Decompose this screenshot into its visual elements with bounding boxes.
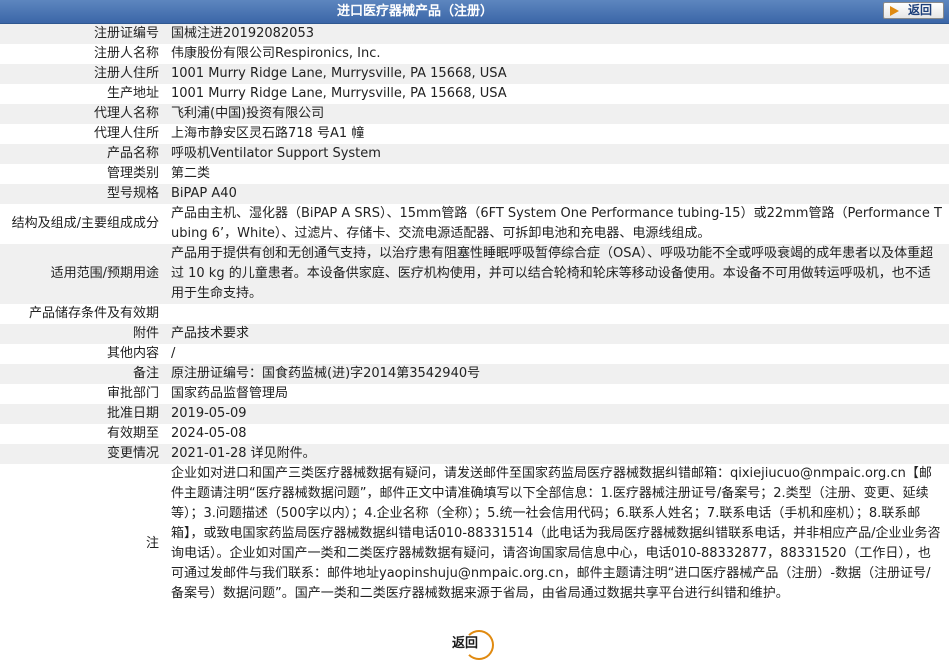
field-label: 批准日期 <box>106 406 159 421</box>
field-row-management-category: 管理类别 第二类 <box>0 164 949 184</box>
field-row-product-name: 产品名称 呼吸机Ventilator Support System <box>0 144 949 164</box>
field-label: 有效期至 <box>106 426 159 441</box>
field-label: 型号规格 <box>106 186 159 201</box>
field-label: 适用范围/预期用途 <box>50 266 159 281</box>
field-row-production-address: 生产地址 1001 Murry Ridge Lane, Murrysville,… <box>0 84 949 104</box>
field-row-registration-number: 注册证编号 国械注进20192082053 <box>0 24 949 44</box>
field-value: 产品用于提供有创和无创通气支持，以治疗患有阻塞性睡眠呼吸暂停综合症（OSA）、呼… <box>171 246 934 301</box>
back-button-bottom[interactable]: 返回 <box>448 627 500 661</box>
field-row-approval-date: 批准日期 2019-05-09 <box>0 404 949 424</box>
field-row-model-spec: 型号规格 BiPAP A40 <box>0 184 949 204</box>
field-label: 产品储存条件及有效期 <box>28 306 159 321</box>
field-label: 变更情况 <box>106 446 159 461</box>
field-value: 呼吸机Ventilator Support System <box>171 146 381 161</box>
field-value: BiPAP A40 <box>171 186 237 201</box>
field-row-remarks: 备注 原注册证编号：国食药监械(进)字2014第3542940号 <box>0 364 949 384</box>
field-value: 上海市静安区灵石路718 号A1 幢 <box>171 126 365 141</box>
field-row-registrant-address: 注册人住所 1001 Murry Ridge Lane, Murrysville… <box>0 64 949 84</box>
page-footer: 返回 <box>0 624 949 663</box>
field-row-agent-address: 代理人住所 上海市静安区灵石路718 号A1 幢 <box>0 124 949 144</box>
field-row-attachment: 附件 产品技术要求 <box>0 324 949 344</box>
field-row-note: 注 企业如对进口和国产三类医疗器械数据有疑问，请发送邮件至国家药监局医疗器械数据… <box>0 464 949 624</box>
field-value: 第二类 <box>171 166 211 181</box>
page-title: 进口医疗器械产品（注册） <box>336 4 493 19</box>
field-value <box>162 304 942 324</box>
field-row-change-status: 变更情况 2021-01-28 详见附件。 <box>0 444 949 464</box>
field-value: 伟康股份有限公司Respironics, Inc. <box>171 46 381 61</box>
field-label: 管理类别 <box>106 166 159 181</box>
field-label: 注册人住所 <box>93 66 159 81</box>
field-value: 企业如对进口和国产三类医疗器械数据有疑问，请发送邮件至国家药监局医疗器械数据纠错… <box>171 466 941 601</box>
field-value: 产品技术要求 <box>171 326 250 341</box>
field-row-approval-department: 审批部门 国家药品监督管理局 <box>0 384 949 404</box>
field-label: 生产地址 <box>106 86 159 101</box>
field-value: 原注册证编号：国食药监械(进)字2014第3542940号 <box>171 366 481 381</box>
field-row-registrant-name: 注册人名称 伟康股份有限公司Respironics, Inc. <box>0 44 949 64</box>
field-label: 产品名称 <box>106 146 159 161</box>
field-value: 产品由主机、湿化器（BiPAP A SRS）、15mm管路（6FT System… <box>171 206 942 241</box>
field-value: 飞利浦(中国)投资有限公司 <box>171 106 325 121</box>
back-button-label: 返回 <box>452 636 479 651</box>
page-header: 进口医疗器械产品（注册） 返回 <box>0 0 949 24</box>
field-row-other-content: 其他内容 / <box>0 344 949 364</box>
field-row-structure: 结构及组成/主要组成成分 产品由主机、湿化器（BiPAP A SRS）、15mm… <box>0 204 949 244</box>
arrow-right-icon <box>890 6 899 16</box>
field-label: 注册证编号 <box>93 26 159 41</box>
field-label: 代理人名称 <box>93 106 159 121</box>
field-label: 审批部门 <box>106 386 159 401</box>
field-value: 2019-05-09 <box>171 406 247 421</box>
field-value: 2021-01-28 详见附件。 <box>171 446 316 461</box>
field-value: / <box>171 346 176 361</box>
detail-table: 注册证编号 国械注进20192082053 注册人名称 伟康股份有限公司Resp… <box>0 24 949 624</box>
field-label: 备注 <box>132 366 159 381</box>
field-label: 其他内容 <box>106 346 159 361</box>
field-row-intended-use: 适用范围/预期用途 产品用于提供有创和无创通气支持，以治疗患有阻塞性睡眠呼吸暂停… <box>0 244 949 304</box>
back-button-top[interactable]: 返回 <box>883 2 944 19</box>
field-row-storage-conditions: 产品储存条件及有效期 <box>0 304 949 324</box>
field-value: 国械注进20192082053 <box>171 26 314 41</box>
field-value: 2024-05-08 <box>171 426 247 441</box>
field-value: 1001 Murry Ridge Lane, Murrysville, PA 1… <box>171 86 507 101</box>
field-value: 1001 Murry Ridge Lane, Murrysville, PA 1… <box>171 66 507 81</box>
field-label: 代理人住所 <box>93 126 159 141</box>
field-value: 国家药品监督管理局 <box>171 386 289 401</box>
field-label: 结构及组成/主要组成成分 <box>11 216 159 231</box>
field-label: 附件 <box>132 326 159 341</box>
field-row-agent-name: 代理人名称 飞利浦(中国)投资有限公司 <box>0 104 949 124</box>
field-label: 注册人名称 <box>93 46 159 61</box>
field-row-valid-until: 有效期至 2024-05-08 <box>0 424 949 444</box>
back-button-label: 返回 <box>908 3 933 17</box>
field-label: 注 <box>145 536 159 551</box>
